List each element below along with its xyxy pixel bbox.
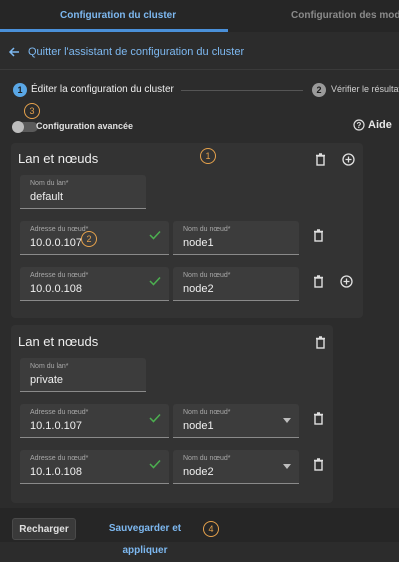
node-address-field[interactable]: Adresse du nœud* 10.0.0.108 bbox=[20, 267, 169, 301]
trash-icon bbox=[313, 274, 323, 288]
advanced-config-label: Configuration avancée bbox=[36, 121, 134, 131]
lan-name-label: Nom du lan* bbox=[30, 180, 69, 187]
lan-name-value: default bbox=[30, 191, 64, 203]
toggle-thumb bbox=[12, 121, 24, 133]
dropdown-caret-icon bbox=[283, 418, 291, 423]
trash-icon bbox=[313, 228, 323, 242]
node-name-value: node2 bbox=[183, 466, 214, 478]
help-label: Aide bbox=[368, 119, 392, 131]
node-address-label: Adresse du nœud* bbox=[30, 226, 89, 233]
trash-icon bbox=[313, 411, 323, 425]
dropdown-caret-icon bbox=[283, 464, 291, 469]
trash-icon bbox=[313, 457, 323, 471]
help-circle-icon: ? bbox=[353, 119, 365, 131]
delete-node-button[interactable] bbox=[310, 456, 326, 472]
check-icon bbox=[149, 230, 161, 240]
lan-name-field-2[interactable]: Nom du lan* private bbox=[20, 358, 146, 392]
annotation-marker-3: 3 bbox=[24, 103, 40, 119]
delete-node-button[interactable] bbox=[310, 410, 326, 426]
trash-icon bbox=[315, 152, 325, 166]
node-name-label: Nom du nœud* bbox=[183, 455, 231, 462]
arrow-left-icon bbox=[8, 47, 19, 57]
annotation-marker-4: 4 bbox=[203, 521, 219, 537]
step-1-badge: 1 bbox=[13, 83, 27, 97]
check-icon bbox=[149, 459, 161, 469]
check-icon bbox=[149, 276, 161, 286]
lan-panel-2-title: Lan et nœuds bbox=[18, 334, 99, 349]
svg-text:?: ? bbox=[357, 121, 362, 130]
annotation-marker-1: 1 bbox=[200, 148, 216, 164]
plus-circle-icon bbox=[341, 152, 355, 166]
plus-circle-icon bbox=[339, 274, 353, 288]
check-icon bbox=[149, 413, 161, 423]
tab-cluster-config[interactable]: Configuration du cluster bbox=[60, 0, 176, 32]
node-name-label: Nom du nœud* bbox=[183, 226, 231, 233]
step-2-badge: 2 bbox=[312, 83, 326, 97]
help-button[interactable]: ? Aide bbox=[353, 119, 392, 131]
node-address-label: Adresse du nœud* bbox=[30, 409, 89, 416]
add-node-button[interactable] bbox=[338, 273, 354, 289]
node-name-label: Nom du nœud* bbox=[183, 272, 231, 279]
node-address-value: 10.1.0.107 bbox=[30, 420, 82, 432]
node-address-label: Adresse du nœud* bbox=[30, 272, 89, 279]
save-and-apply-button[interactable]: Sauvegarder et appliquer bbox=[86, 518, 204, 556]
add-lan-button[interactable] bbox=[340, 151, 356, 167]
delete-node-button[interactable] bbox=[310, 227, 326, 243]
node-name-value: node2 bbox=[183, 283, 214, 295]
step-2-label[interactable]: Vérifier le résultat bbox=[331, 84, 399, 94]
step-1-label[interactable]: Éditer la configuration du cluster bbox=[31, 84, 174, 95]
lan-panel-1-title: Lan et nœuds bbox=[18, 151, 99, 166]
lan-name-field-1[interactable]: Nom du lan* default bbox=[20, 175, 146, 209]
trash-icon bbox=[315, 335, 325, 349]
tab-bar: Configuration du cluster Configuration d… bbox=[0, 0, 399, 32]
node-address-label: Adresse du nœud* bbox=[30, 455, 89, 462]
node-address-field[interactable]: Adresse du nœud* 10.1.0.108 bbox=[20, 450, 169, 484]
node-name-field[interactable]: Nom du nœud* node1 bbox=[173, 221, 299, 255]
stepper-connector bbox=[181, 90, 303, 91]
node-address-value: 10.0.0.107 bbox=[30, 237, 82, 249]
divider bbox=[0, 69, 399, 70]
annotation-marker-2: 2 bbox=[81, 231, 97, 247]
delete-lan-2-button[interactable] bbox=[312, 334, 328, 350]
delete-lan-1-button[interactable] bbox=[312, 151, 328, 167]
node-name-value: node1 bbox=[183, 237, 214, 249]
quit-wizard-link[interactable]: Quitter l'assistant de configuration du … bbox=[8, 44, 308, 60]
node-name-label: Nom du nœud* bbox=[183, 409, 231, 416]
node-address-field[interactable]: Adresse du nœud* 10.1.0.107 bbox=[20, 404, 169, 438]
node-name-select[interactable]: Nom du nœud* node1 bbox=[173, 404, 299, 438]
lan-name-value: private bbox=[30, 374, 64, 386]
reload-button[interactable]: Recharger bbox=[12, 518, 76, 540]
node-address-value: 10.1.0.108 bbox=[30, 466, 82, 478]
node-address-value: 10.0.0.108 bbox=[30, 283, 82, 295]
delete-node-button[interactable] bbox=[310, 273, 326, 289]
tab-modules-config[interactable]: Configuration des modules bbox=[291, 0, 399, 32]
advanced-config-toggle[interactable]: Configuration avancée bbox=[12, 120, 162, 134]
node-name-select[interactable]: Nom du nœud* node2 bbox=[173, 450, 299, 484]
node-name-value: node1 bbox=[183, 420, 214, 432]
lan-name-label: Nom du lan* bbox=[30, 363, 69, 370]
node-name-field[interactable]: Nom du nœud* node2 bbox=[173, 267, 299, 301]
quit-wizard-label: Quitter l'assistant de configuration du … bbox=[28, 46, 245, 58]
active-tab-indicator bbox=[0, 29, 228, 32]
